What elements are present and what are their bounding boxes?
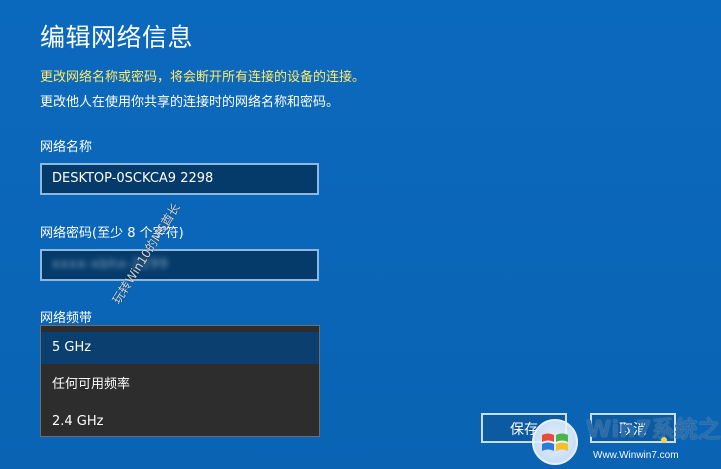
network-band-option-any[interactable]: 任何可用频率 (41, 369, 319, 401)
save-button[interactable]: 保存 (481, 413, 567, 443)
network-band-option-5ghz[interactable]: 5 GHz (41, 332, 319, 364)
brand-url: Www.Winwin7.com (593, 450, 679, 461)
network-band-option-label: 5 GHz (52, 340, 92, 355)
network-band-option-label: 任何可用频率 (52, 377, 131, 392)
network-band-option-24ghz[interactable]: 2.4 GHz (41, 406, 319, 436)
watermark-caption: 玩转Win10的MS酋长 (109, 200, 183, 307)
warning-message: 更改网络名称或密码，将会断开所有连接的设备的连接。 (40, 70, 366, 85)
edit-network-dialog: 编辑网络信息 更改网络名称或密码，将会断开所有连接的设备的连接。 更改他人在使用… (0, 0, 721, 469)
dialog-title: 编辑网络信息 (40, 23, 194, 52)
network-name-label: 网络名称 (40, 140, 93, 155)
network-band-dropdown[interactable]: 5 GHz 任何可用频率 2.4 GHz (40, 325, 320, 437)
cancel-button[interactable]: 取消 (590, 413, 676, 443)
network-password-input[interactable]: xxxx-xbhx-2299 (40, 249, 319, 281)
network-name-value: DESKTOP-0SCKCA9 2298 (52, 171, 214, 186)
network-band-option-label: 2.4 GHz (52, 414, 104, 429)
info-message: 更改他人在使用你共享的连接时的网络名称和密码。 (40, 95, 340, 110)
